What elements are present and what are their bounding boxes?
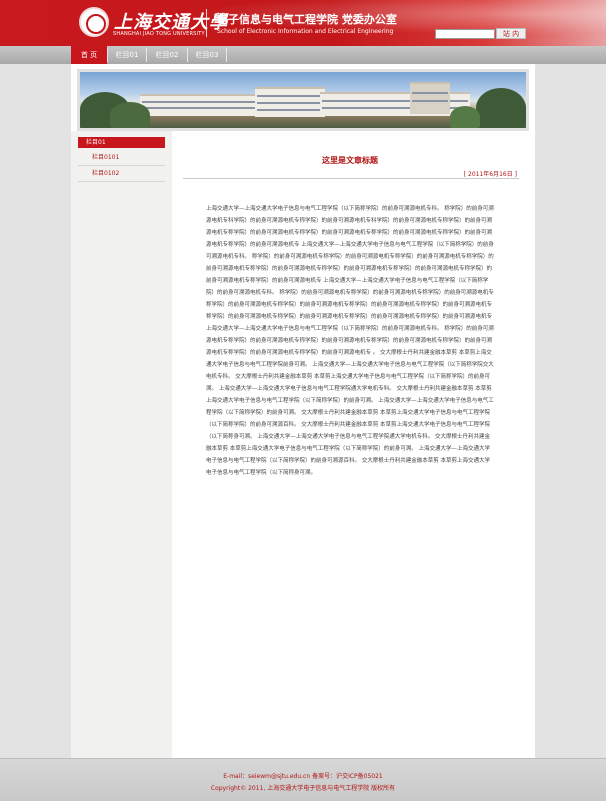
- banner-building: [410, 82, 450, 114]
- footer-copyright: Copyright© 2011, 上海交通大学电子信息与电气工程学院 版权所有: [210, 785, 396, 792]
- nav-item-column03[interactable]: 栏目03: [188, 46, 226, 64]
- sidebar-heading-label: 栏目01: [86, 139, 106, 146]
- sidebar-item-column0102[interactable]: 栏目0102: [78, 166, 165, 182]
- university-seal-icon[interactable]: [79, 7, 109, 37]
- article-divider: [183, 178, 519, 179]
- nav-divider: [226, 48, 227, 62]
- banner-tree: [476, 88, 526, 128]
- search-input[interactable]: [435, 29, 495, 39]
- sidebar-heading[interactable]: 栏目01: [78, 137, 165, 148]
- article-title: 这里是文章标题: [322, 156, 378, 165]
- nav-item-column01[interactable]: 栏目01: [108, 46, 146, 64]
- search-button-label: 站 内: [502, 30, 520, 38]
- footer-contact: E-mail：seiewm@sjtu.edu.cn 备案号：沪交ICP备0502…: [223, 773, 383, 780]
- school-name-cn: 电子信息与电气工程学院 党委办公室: [217, 13, 397, 26]
- nav-item-home[interactable]: 首 页: [71, 46, 107, 64]
- sidebar-item-label: 栏目0101: [92, 154, 120, 161]
- banner-tree: [450, 106, 480, 128]
- nav-item-column02[interactable]: 栏目02: [147, 46, 187, 64]
- sidebar-item-column0101[interactable]: 栏目0101: [78, 150, 165, 166]
- header-divider: [206, 9, 207, 37]
- article-body: 上海交通大学—上海交通大学电子信息与电气工程学院（以下简称学院）的前身可溯源电机…: [206, 206, 494, 476]
- sidebar: [71, 131, 172, 758]
- campus-banner-image: [80, 72, 526, 128]
- school-name-en: School of Electronic Information and Ele…: [217, 28, 394, 35]
- site-search-button[interactable]: 站 内: [496, 28, 526, 39]
- banner-building: [140, 94, 260, 116]
- article-date: [ 2011年6月16日 ]: [463, 171, 517, 178]
- university-name-en: SHANGHAI JIAO TONG UNIVERSITY: [113, 31, 205, 37]
- sidebar-item-label: 栏目0102: [92, 170, 120, 177]
- banner-building: [255, 87, 325, 117]
- banner-tree: [110, 102, 150, 128]
